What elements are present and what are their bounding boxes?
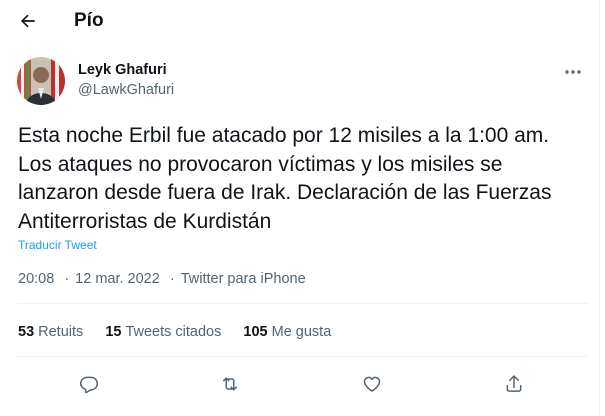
retweets-count: 53 <box>18 324 35 340</box>
quote-tweets-stat[interactable]: 15 Tweets citados <box>105 324 221 340</box>
back-button[interactable] <box>12 5 44 37</box>
avatar[interactable] <box>17 57 65 105</box>
meta-separator: · <box>169 271 175 287</box>
quotes-label: Tweets citados <box>125 324 222 340</box>
share-button[interactable] <box>499 369 529 399</box>
retweet-button[interactable] <box>215 369 245 399</box>
tweet-stats: 53 Retuits 15 Tweets citados 105 Me gusta <box>18 324 349 340</box>
tweet-date[interactable]: 12 mar. 2022 <box>75 271 160 287</box>
arrow-left-icon <box>20 14 35 28</box>
translate-tweet-link[interactable]: Traducir Tweet <box>18 238 97 252</box>
author-name[interactable]: Leyk Ghafuri <box>78 62 167 78</box>
tweet-actions <box>0 369 600 399</box>
divider <box>17 356 588 357</box>
page-title: Pío <box>74 10 104 31</box>
likes-stat[interactable]: 105 Me gusta <box>243 324 331 340</box>
retweets-stat[interactable]: 53 Retuits <box>18 324 83 340</box>
tweet-detail-column: Pío Leyk Ghafuri @LawkGhafuri Esta noche… <box>0 0 600 416</box>
tweet-time[interactable]: 20:08 <box>18 271 54 287</box>
meta-separator: · <box>64 271 70 287</box>
divider <box>17 303 588 304</box>
more-horizontal-icon <box>565 70 581 74</box>
tweet-meta: 20:08 · 12 mar. 2022 · Twitter para iPhone <box>18 271 306 287</box>
author-handle[interactable]: @LawkGhafuri <box>78 82 174 98</box>
heart-icon <box>363 376 381 392</box>
reply-icon <box>79 376 99 394</box>
retweets-label: Retuits <box>38 324 84 340</box>
like-button[interactable] <box>357 369 387 399</box>
likes-label: Me gusta <box>271 324 332 340</box>
tweet-text: Esta noche Erbil fue atacado por 12 misi… <box>18 124 552 233</box>
tweet-source[interactable]: Twitter para iPhone <box>181 271 306 287</box>
share-icon <box>506 375 522 392</box>
page-header: Pío <box>0 0 600 41</box>
quotes-count: 15 <box>105 324 122 340</box>
retweet-icon <box>223 377 237 391</box>
likes-count: 105 <box>243 324 268 340</box>
more-options-button[interactable] <box>558 60 588 84</box>
reply-button[interactable] <box>74 369 104 399</box>
avatar-photo <box>17 57 65 105</box>
